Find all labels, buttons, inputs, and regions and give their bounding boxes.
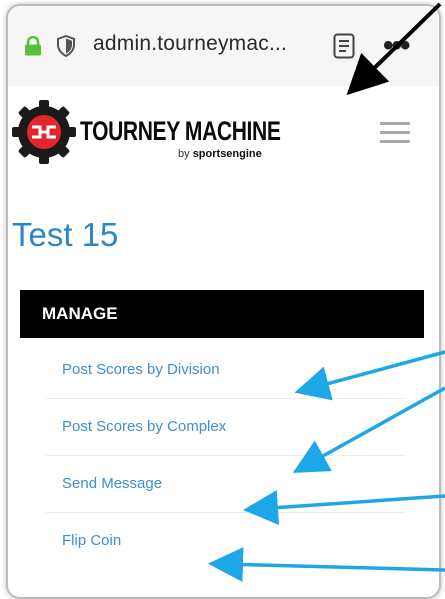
manage-section-header: MANAGE [20,290,424,338]
byline-brand: sportsengine [192,148,262,160]
manage-heading: MANAGE [42,304,118,323]
post-scores-by-complex-link[interactable]: Post Scores by Complex [62,418,226,435]
menu-item-post-scores-by-division: Post Scores by Division [46,342,406,399]
page-title: Test 15 [12,216,119,253]
phone-screen: admin.tourneymac... ••• TOURNEY MACHINE … [6,4,441,599]
brand-byline: by sportsengine [178,148,262,160]
more-menu-icon[interactable]: ••• [383,31,410,61]
tourney-machine-gear-logo-icon[interactable] [12,100,76,164]
browser-address-bar[interactable]: admin.tourneymac... ••• [8,6,439,87]
brand-name: TOURNEY MACHINE [80,116,281,146]
reader-view-icon[interactable] [333,33,355,59]
flip-coin-link[interactable]: Flip Coin [62,532,121,549]
shield-icon[interactable] [56,35,76,57]
hamburger-line [380,131,410,134]
hamburger-line [380,140,410,143]
hamburger-menu-icon[interactable] [380,122,410,144]
hamburger-line [380,122,410,125]
post-scores-by-division-link[interactable]: Post Scores by Division [62,361,220,378]
byline-prefix: by [178,148,193,160]
site-header: TOURNEY MACHINE by sportsengine [8,86,439,186]
menu-item-flip-coin: Flip Coin [46,513,406,569]
lock-icon [25,36,41,56]
menu-item-send-message: Send Message [46,456,406,513]
send-message-link[interactable]: Send Message [62,475,162,492]
menu-item-post-scores-by-complex: Post Scores by Complex [46,399,406,456]
url-text[interactable]: admin.tourneymac... [93,32,287,56]
